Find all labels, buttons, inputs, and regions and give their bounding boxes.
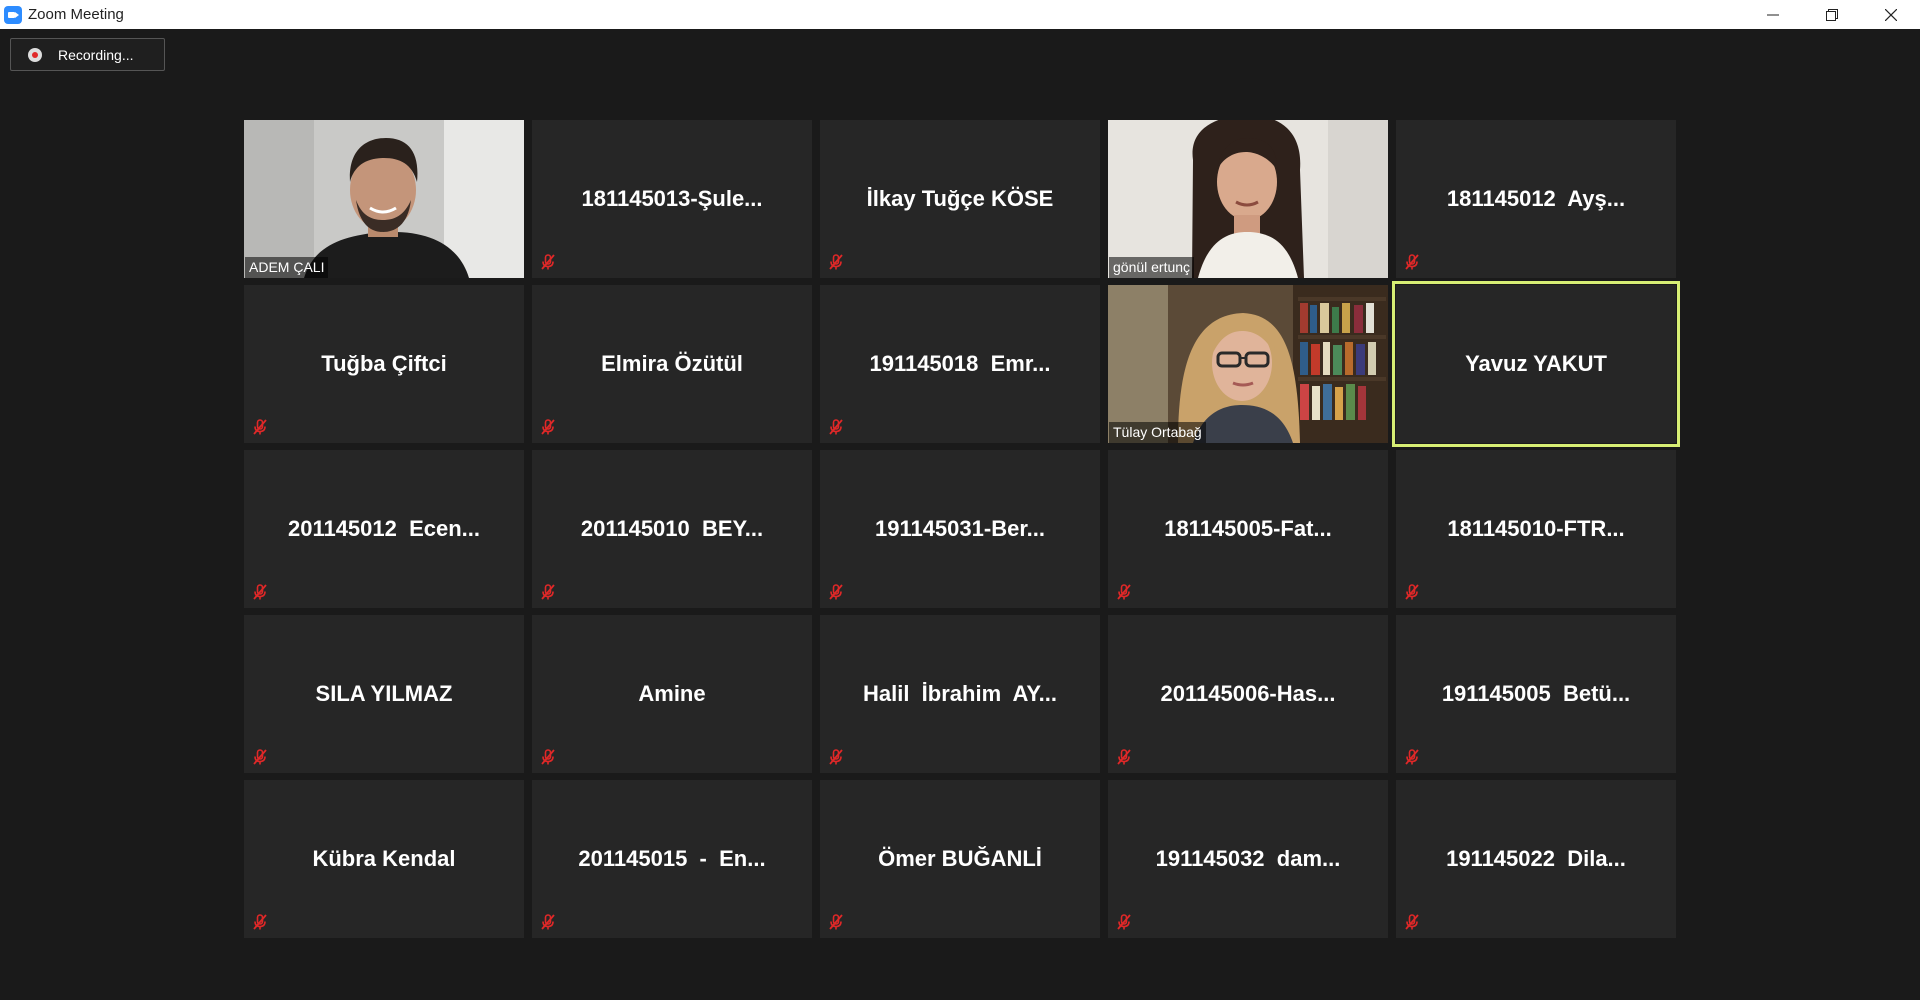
muted-mic-icon [827, 913, 845, 931]
muted-mic-icon [251, 913, 269, 931]
minimize-icon [1766, 14, 1779, 15]
participant-name: 181145005-Fat... [1164, 516, 1332, 541]
participant-name: 181145010-FTR... [1447, 516, 1625, 541]
muted-mic-icon [539, 913, 557, 931]
participant-name-label: Tülay Ortabağ [1109, 422, 1206, 443]
muted-mic-icon [1115, 583, 1133, 601]
muted-mic-icon [1403, 583, 1421, 601]
participant-tile[interactable]: İlkay Tuğçe KÖSE [820, 120, 1100, 278]
recording-indicator[interactable]: Recording... [10, 38, 165, 71]
participant-name: 191145022 Dila... [1446, 846, 1626, 871]
participant-video [244, 120, 524, 278]
recording-label: Recording... [58, 46, 134, 63]
participant-tile[interactable]: 181145005-Fat... [1108, 450, 1388, 608]
participant-name: Amine [638, 681, 706, 706]
muted-mic-icon [539, 583, 557, 601]
participant-name: İlkay Tuğçe KÖSE [866, 186, 1054, 211]
meeting-stage: Recording... ADEM ÇALI 181145013-Şule... İ… [0, 29, 1920, 1000]
participant-tile[interactable]: gönül ertunç [1108, 120, 1388, 278]
participant-tile[interactable]: SILA YILMAZ [244, 615, 524, 773]
muted-mic-icon [1403, 913, 1421, 931]
muted-mic-icon [1403, 253, 1421, 271]
muted-mic-icon [539, 418, 557, 436]
participant-tile[interactable]: 181145013-Şule... [532, 120, 812, 278]
close-button[interactable] [1861, 0, 1920, 29]
participant-tile[interactable]: Amine [532, 615, 812, 773]
window-title: Zoom Meeting [28, 6, 124, 23]
restore-button[interactable] [1802, 0, 1861, 29]
participant-tile[interactable]: 201145010 BEY... [532, 450, 812, 608]
participant-name: Halil İbrahim AY... [863, 681, 1057, 706]
muted-mic-icon [251, 583, 269, 601]
participant-name: 181145013-Şule... [581, 186, 763, 211]
gallery-grid: ADEM ÇALI 181145013-Şule... İlkay Tuğçe KÖ… [244, 120, 1680, 938]
recording-dot-icon [28, 47, 42, 62]
participant-tile[interactable]: 201145006-Has... [1108, 615, 1388, 773]
participant-tile[interactable]: 191145031-Ber... [820, 450, 1100, 608]
participant-name: Elmira Özütül [601, 351, 743, 376]
muted-mic-icon [539, 253, 557, 271]
muted-mic-icon [539, 748, 557, 766]
participant-tile[interactable]: Yavuz YAKUT [1392, 281, 1680, 447]
participant-name: 191145031-Ber... [874, 516, 1046, 541]
participant-tile[interactable]: Tuğba Çiftci [244, 285, 524, 443]
participant-tile[interactable]: 181145010-FTR... [1396, 450, 1676, 608]
participant-tile[interactable]: 201145012 Ecen... [244, 450, 524, 608]
muted-mic-icon [251, 418, 269, 436]
participant-tile[interactable]: Halil İbrahim AY... [820, 615, 1100, 773]
participant-tile[interactable]: Tülay Ortabağ [1108, 285, 1388, 443]
participant-name: SILA YILMAZ [315, 681, 453, 706]
participant-name: Yavuz YAKUT [1465, 351, 1607, 376]
minimize-button[interactable] [1743, 0, 1802, 29]
muted-mic-icon [1115, 748, 1133, 766]
participant-name: 201145012 Ecen... [287, 516, 481, 541]
participant-name-label: gönül ertunç [1109, 257, 1195, 278]
participant-tile[interactable]: 191145022 Dila... [1396, 780, 1676, 938]
muted-mic-icon [827, 583, 845, 601]
muted-mic-icon [1115, 913, 1133, 931]
muted-mic-icon [251, 748, 269, 766]
participant-tile[interactable]: 191145005 Betü... [1396, 615, 1676, 773]
participant-tile[interactable]: 181145012 Ayş... [1396, 120, 1676, 278]
muted-mic-icon [827, 253, 845, 271]
participant-name: 201145006-Has... [1160, 681, 1336, 706]
participant-name: 201145015 - En... [578, 846, 766, 871]
participant-name: 201145010 BEY... [580, 516, 764, 541]
participant-name: Tuğba Çiftci [321, 351, 447, 376]
participant-tile[interactable]: ADEM ÇALI [244, 120, 524, 278]
participant-tile[interactable]: 191145018 Emr... [820, 285, 1100, 443]
participant-tile[interactable]: Elmira Özütül [532, 285, 812, 443]
participant-name: 191145005 Betü... [1441, 681, 1631, 706]
muted-mic-icon [1403, 748, 1421, 766]
title-bar: Zoom Meeting [0, 0, 1920, 29]
participant-name-label: ADEM ÇALI [245, 257, 329, 278]
window-controls [1743, 0, 1920, 29]
close-icon [1884, 8, 1897, 21]
participant-name: Ömer BUĞANLİ [878, 846, 1042, 871]
participant-tile[interactable]: 201145015 - En... [532, 780, 812, 938]
participant-video [1108, 120, 1388, 278]
participant-tile[interactable]: 191145032 dam... [1108, 780, 1388, 938]
participant-name: 181145012 Ayş... [1446, 186, 1626, 211]
muted-mic-icon [827, 748, 845, 766]
participant-name: 191145018 Emr... [869, 351, 1051, 376]
participant-tile[interactable]: Ömer BUĞANLİ [820, 780, 1100, 938]
restore-icon [1825, 8, 1838, 21]
zoom-app-icon [4, 5, 22, 24]
participant-tile[interactable]: Kübra Kendal [244, 780, 524, 938]
participant-video [1108, 285, 1388, 443]
muted-mic-icon [827, 418, 845, 436]
participant-name: 191145032 dam... [1155, 846, 1341, 871]
participant-name: Kübra Kendal [312, 846, 456, 871]
